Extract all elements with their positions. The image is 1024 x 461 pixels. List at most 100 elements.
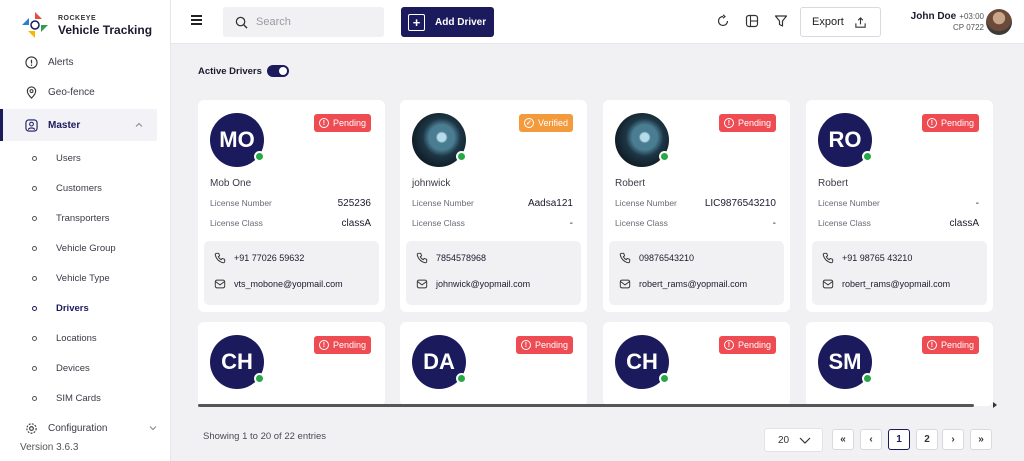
- phone-value: 09876543210: [639, 253, 695, 263]
- sidebar-item-configuration[interactable]: Configuration: [0, 413, 171, 443]
- brand[interactable]: ROCKEYE Vehicle Tracking: [20, 10, 152, 40]
- page-2-button[interactable]: 2: [916, 429, 938, 450]
- email-row[interactable]: robert_rams@yopmail.com: [822, 278, 950, 290]
- filter-icon[interactable]: [774, 14, 788, 28]
- status-badge: ! Pending: [313, 114, 371, 132]
- export-icon: [855, 16, 866, 28]
- sidebar-subitem-label: SIM Cards: [56, 392, 101, 404]
- driver-card[interactable]: ! Pending Robert License Number LIC9876543…: [603, 100, 790, 312]
- sidebar-subitem-label: Transporters: [56, 212, 110, 224]
- phone-value: 7854578968: [436, 253, 487, 263]
- phone-row[interactable]: 7854578968: [416, 252, 486, 264]
- menu-icon[interactable]: [191, 15, 202, 25]
- online-status-dot: [862, 151, 873, 162]
- driver-card[interactable]: DA ! Pending: [400, 322, 587, 406]
- add-driver-button[interactable]: + Add Driver: [401, 7, 494, 37]
- status-label: Pending: [534, 340, 568, 350]
- phone-row[interactable]: +91 98765 43210: [822, 252, 912, 264]
- phone-icon: [416, 252, 428, 264]
- page-1-button[interactable]: 1: [888, 429, 910, 450]
- sidebar-item-alerts[interactable]: Alerts: [0, 47, 171, 77]
- rockeye-logo: [20, 10, 50, 40]
- status-badge: ! Pending: [921, 114, 979, 132]
- user-name: John Doe: [910, 11, 957, 22]
- contact-box: 09876543210 robert_rams@yopmail.com: [609, 241, 784, 305]
- license-number-row: License Number 525236: [210, 198, 371, 209]
- mail-icon: [619, 279, 631, 289]
- scroll-right-icon[interactable]: [993, 402, 997, 408]
- user-square-icon: [24, 118, 38, 132]
- driver-name: Robert: [615, 178, 646, 189]
- sidebar-subitem-vehicle-type[interactable]: Vehicle Type: [0, 263, 171, 293]
- email-row[interactable]: vts_mobone@yopmail.com: [214, 278, 343, 290]
- page-size-select[interactable]: 20: [764, 428, 823, 452]
- user-info[interactable]: John Doe +03:00 CP 0722: [911, 10, 984, 33]
- chevron-down-icon: [149, 423, 157, 434]
- sidebar-item-label: Alerts: [48, 56, 74, 68]
- license-class-value: -: [772, 218, 776, 229]
- sidebar-subitem-label: Vehicle Group: [56, 242, 116, 254]
- sidebar-item-master[interactable]: Master: [0, 109, 157, 141]
- sidebar-item-label: Geo-fence: [48, 86, 95, 98]
- sidebar-subitem-locations[interactable]: Locations: [0, 323, 171, 353]
- license-class-value: classA: [949, 218, 979, 229]
- sidebar-subitem-vehicle-group[interactable]: Vehicle Group: [0, 233, 171, 263]
- sidebar: ROCKEYE Vehicle Tracking Alerts Geo-fenc…: [0, 0, 171, 461]
- sidebar-item-label: Configuration: [48, 422, 108, 434]
- chevron-up-icon: [135, 120, 143, 131]
- search-icon: [235, 16, 248, 29]
- license-class-label: License Class: [818, 218, 871, 228]
- license-number-label: License Number: [615, 198, 677, 208]
- prev-page-button[interactable]: ‹: [860, 429, 882, 450]
- driver-name: Mob One: [210, 178, 252, 189]
- next-page-button[interactable]: ›: [942, 429, 964, 450]
- alert-circle-icon: !: [318, 340, 329, 350]
- license-number-row: License Number -: [818, 198, 979, 209]
- add-driver-label: Add Driver: [435, 16, 487, 28]
- driver-card[interactable]: RO ! Pending Robert License Number - Licen…: [806, 100, 993, 312]
- status-label: Pending: [737, 118, 771, 128]
- refresh-icon[interactable]: [716, 14, 730, 28]
- license-number-label: License Number: [210, 198, 272, 208]
- driver-card[interactable]: MO ! Pending Mob One License Number 525236…: [198, 100, 385, 312]
- pagination-info: Showing 1 to 20 of 22 entries: [203, 431, 327, 442]
- sidebar-subitem-devices[interactable]: Devices: [0, 353, 171, 383]
- alert-circle-icon: !: [926, 118, 937, 128]
- sidebar-item-geofence[interactable]: Geo-fence: [0, 77, 171, 107]
- sidebar-subitem-users[interactable]: Users: [0, 143, 171, 173]
- license-number-label: License Number: [412, 198, 474, 208]
- sidebar-subitem-customers[interactable]: Customers: [0, 173, 171, 203]
- license-class-row: License Class -: [615, 218, 776, 229]
- phone-row[interactable]: 09876543210: [619, 252, 694, 264]
- email-row[interactable]: robert_rams@yopmail.com: [619, 278, 747, 290]
- first-page-button[interactable]: «: [832, 429, 854, 450]
- email-value: robert_rams@yopmail.com: [842, 279, 951, 289]
- avatar[interactable]: [986, 9, 1012, 35]
- email-row[interactable]: johnwick@yopmail.com: [416, 278, 530, 290]
- sidebar-subitem-label: Customers: [56, 182, 102, 194]
- active-drivers-toggle[interactable]: [266, 65, 289, 77]
- phone-value: +91 77026 59632: [234, 253, 305, 263]
- online-status-dot: [254, 373, 265, 384]
- driver-card[interactable]: SM ! Pending: [806, 322, 993, 406]
- status-label: Pending: [332, 340, 366, 350]
- horizontal-scrollbar[interactable]: [198, 404, 974, 407]
- export-button[interactable]: Export: [800, 7, 881, 37]
- sidebar-subitem-transporters[interactable]: Transporters: [0, 203, 171, 233]
- driver-card[interactable]: CH ! Pending: [603, 322, 790, 406]
- phone-row[interactable]: +91 77026 59632: [214, 252, 304, 264]
- status-label: Pending: [332, 118, 366, 128]
- status-badge: ! Pending: [718, 114, 776, 132]
- user-role: CP 0722: [953, 23, 984, 33]
- driver-card[interactable]: ✓ Verified johnwick License Number Aadsa12…: [400, 100, 587, 312]
- layout-icon[interactable]: [745, 14, 759, 28]
- sidebar-subitem-drivers[interactable]: Drivers: [0, 293, 171, 323]
- sidebar-subitem-sim-cards[interactable]: SIM Cards: [0, 383, 171, 413]
- license-class-label: License Class: [210, 218, 263, 228]
- driver-name: Robert: [818, 178, 849, 189]
- active-drivers-filter: Active Drivers: [198, 65, 289, 77]
- alert-circle-icon: !: [723, 118, 734, 128]
- last-page-button[interactable]: »: [970, 429, 992, 450]
- search-input[interactable]: Search: [223, 7, 384, 37]
- driver-card[interactable]: CH ! Pending: [198, 322, 385, 406]
